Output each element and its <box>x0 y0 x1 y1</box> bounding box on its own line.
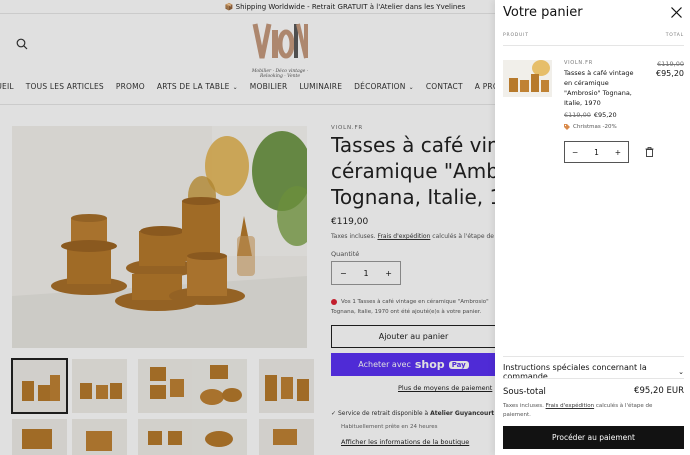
cart-item-total-price: €95,20 <box>656 69 684 78</box>
cart-increment-button[interactable]: + <box>615 148 621 157</box>
cart-divider <box>503 356 684 357</box>
cart-item-compare-price: €119,00 <box>564 111 591 119</box>
cart-item-vendor: VIOLN.FR <box>564 60 593 66</box>
discount-label: Christmas -20% <box>573 124 617 130</box>
cart-divider <box>503 45 684 46</box>
cart-tax-note: Taxes incluses. Frais d'expédition calcu… <box>503 402 668 420</box>
cart-quantity-value[interactable]: 1 <box>594 148 599 157</box>
cart-item-total: €119,00 €95,20 <box>656 59 684 79</box>
cart-item-name[interactable]: Tasses à café vintage en céramique "Ambr… <box>564 68 642 108</box>
column-header-total: TOTAL <box>665 33 684 38</box>
tag-icon <box>564 124 570 130</box>
column-header-product: PRODUIT <box>503 33 529 38</box>
cart-item-total-compare: €119,00 <box>657 60 684 68</box>
subtotal-value: €95,20 EUR <box>634 386 684 396</box>
cart-quantity-stepper: − 1 + <box>564 141 629 163</box>
chevron-down-icon: ⌄ <box>678 368 684 376</box>
checkout-button[interactable]: Procéder au paiement <box>503 426 684 449</box>
close-icon[interactable] <box>671 7 682 18</box>
cart-tax-prefix: Taxes incluses. <box>503 403 544 409</box>
cart-item-price: €95,20 <box>593 111 617 119</box>
cart-drawer: Votre panier PRODUIT TOTAL VIOLN.FR Tass… <box>495 0 690 455</box>
cart-item-discount: Christmas -20% <box>564 124 617 130</box>
page-overlay[interactable] <box>0 0 495 455</box>
cart-title: Votre panier <box>503 5 583 20</box>
cart-item-image[interactable] <box>503 60 552 97</box>
cart-divider <box>503 378 684 379</box>
cart-item-prices: €119,00 €95,20 <box>564 111 617 119</box>
cart-decrement-button[interactable]: − <box>572 148 578 157</box>
trash-icon[interactable] <box>645 147 654 157</box>
cart-shipping-link[interactable]: Frais d'expédition <box>546 403 595 409</box>
subtotal-label: Sous-total <box>503 387 546 397</box>
